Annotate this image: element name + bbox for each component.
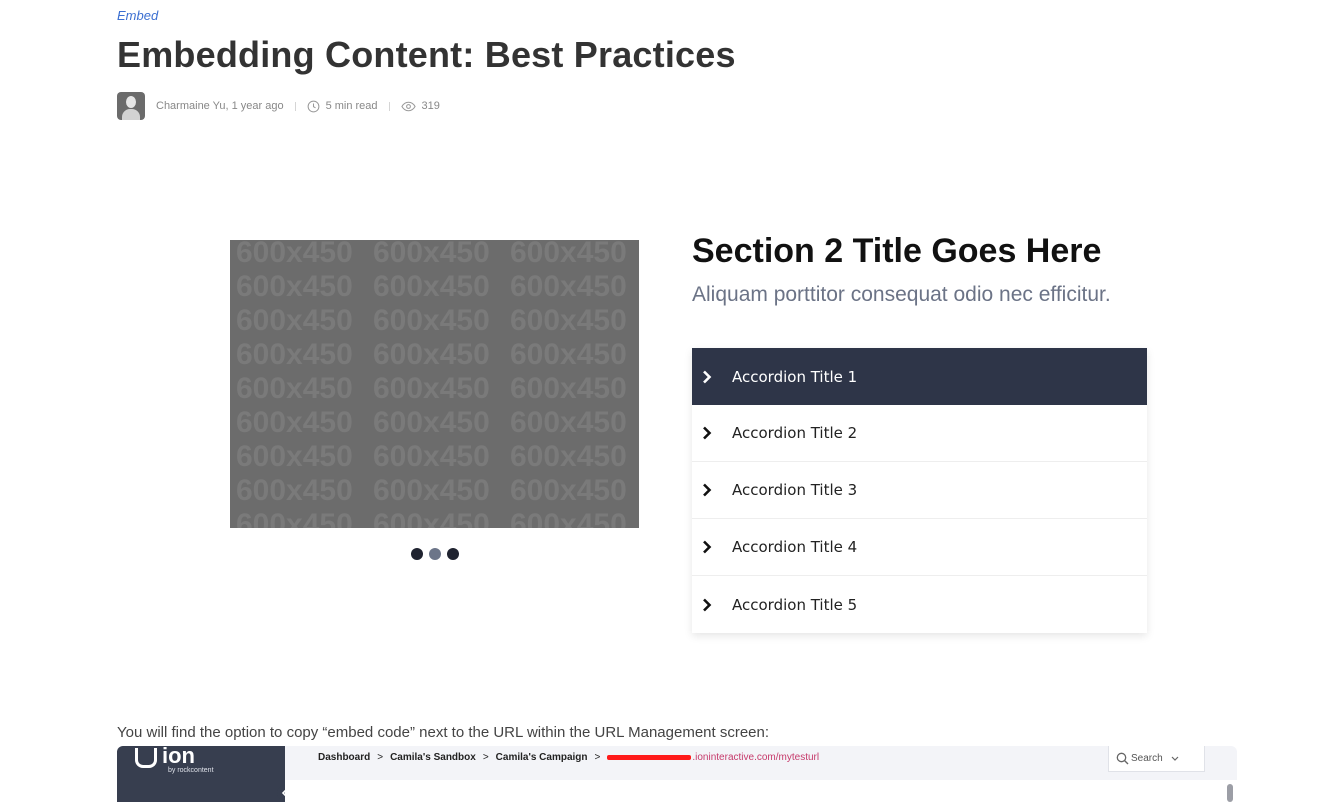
article-category[interactable]: Embed: [117, 8, 158, 23]
carousel-dots: [411, 548, 459, 560]
placeholder-text: 600x450: [373, 406, 490, 439]
accordion-title: Accordion Title 5: [732, 595, 858, 614]
carousel-dot-2[interactable]: [429, 548, 441, 560]
eye-icon: [400, 101, 416, 112]
placeholder-text: 600x450: [510, 440, 627, 473]
chevron-right-icon: [702, 483, 732, 497]
placeholder-text: 600x450: [373, 270, 490, 303]
breadcrumb-separator: >: [594, 752, 601, 763]
placeholder-text: 600x450: [236, 304, 353, 337]
breadcrumb-item[interactable]: Camila's Campaign: [496, 752, 588, 763]
campaign-url[interactable]: .ioninteractive.com/mytesturl: [607, 752, 819, 763]
body-paragraph: You will find the option to copy “embed …: [117, 724, 770, 741]
placeholder-text: 600x450: [236, 372, 353, 405]
accordion-item-3[interactable]: Accordion Title 3: [692, 462, 1147, 519]
accordion-item-5[interactable]: Accordion Title 5: [692, 576, 1147, 633]
read-time: 5 min read: [325, 100, 378, 112]
placeholder-text: 600x450: [236, 406, 353, 439]
accordion-item-2[interactable]: Accordion Title 2: [692, 405, 1147, 462]
accordion: Accordion Title 1 Accordion Title 2 Accord…: [692, 348, 1147, 633]
article-meta: Charmaine Yu, 1 year ago 5 min read 319: [117, 92, 440, 120]
accordion-title: Accordion Title 2: [732, 424, 858, 442]
breadcrumb-item[interactable]: Camila's Sandbox: [390, 752, 476, 763]
embedded-screenshot: ion by rockcontent Dashboard > Camila's Sa…: [117, 746, 1237, 802]
meta-divider: [294, 101, 296, 111]
logo-byline: by rockcontent: [168, 767, 214, 774]
scrollbar-thumb[interactable]: [1227, 784, 1233, 802]
accordion-title: Accordion Title 3: [732, 481, 858, 499]
breadcrumb-separator: >: [482, 752, 489, 763]
section-subtitle: Aliquam porttitor consequat odio nec eff…: [692, 283, 1111, 306]
placeholder-text: 600x450: [236, 440, 353, 473]
placeholder-text: 600x450: [373, 338, 490, 371]
placeholder-text: 600x450: [373, 440, 490, 473]
placeholder-text: 600x450: [236, 338, 353, 371]
accordion-item-1[interactable]: Accordion Title 1: [692, 348, 1147, 405]
carousel-dot-3[interactable]: [447, 548, 459, 560]
ion-logo-icon: [135, 748, 157, 768]
placeholder-text: 600x450: [510, 338, 627, 371]
accordion-title: Accordion Title 1: [732, 367, 858, 386]
placeholder-text: 600x450: [373, 304, 490, 337]
chevron-right-icon: [702, 598, 732, 612]
carousel-dot-1[interactable]: [411, 548, 423, 560]
meta-divider: [388, 101, 390, 111]
chevron-down-icon: [1171, 756, 1179, 761]
posted-time: 1 year ago: [231, 100, 284, 112]
placeholder-text: 600x450: [373, 372, 490, 405]
breadcrumb: Dashboard > Camila's Sandbox > Camila's Camp…: [318, 752, 819, 763]
placeholder-text: 600x450: [373, 474, 490, 507]
app-sidebar: ion by rockcontent: [117, 746, 285, 802]
redaction-mark: [607, 754, 692, 760]
app-content-area: [285, 780, 1237, 802]
placeholder-text: 600x450: [510, 372, 627, 405]
placeholder-text: 600x450: [510, 406, 627, 439]
placeholder-text: 600x450: [373, 508, 490, 528]
placeholder-text: 600x450: [510, 304, 627, 337]
breadcrumb-item[interactable]: Dashboard: [318, 752, 370, 763]
carousel-image: 600x450 600x450 600x450 600x450 600x450 600x4…: [230, 240, 639, 528]
placeholder-text: 600x450: [236, 508, 353, 528]
placeholder-text: 600x450: [236, 474, 353, 507]
placeholder-text: 600x450: [373, 240, 490, 269]
ion-logo: ion: [135, 746, 195, 768]
placeholder-pattern: 600x450 600x450 600x450 600x450 600x450 600x4…: [236, 240, 639, 528]
placeholder-text: 600x450: [510, 240, 627, 269]
search-dropdown[interactable]: Search: [1108, 746, 1205, 772]
section-title: Section 2 Title Goes Here: [692, 232, 1102, 270]
chevron-right-icon: [702, 370, 732, 384]
accordion-title: Accordion Title 4: [732, 538, 858, 556]
clock-icon: [307, 100, 320, 113]
chevron-right-icon: [702, 540, 732, 554]
placeholder-text: 600x450: [236, 270, 353, 303]
author-name[interactable]: Charmaine Yu,: [156, 100, 229, 112]
author-avatar[interactable]: [117, 92, 145, 120]
placeholder-text: 600x450: [510, 508, 627, 528]
chevron-right-icon: [702, 426, 732, 440]
placeholder-text: 600x450: [510, 270, 627, 303]
article-title: Embedding Content: Best Practices: [117, 34, 736, 75]
search-icon: [1116, 752, 1129, 765]
placeholder-text: 600x450: [510, 474, 627, 507]
accordion-item-4[interactable]: Accordion Title 4: [692, 519, 1147, 576]
placeholder-text: 600x450: [236, 240, 353, 269]
breadcrumb-separator: >: [377, 752, 384, 763]
search-label: Search: [1131, 753, 1163, 764]
view-count: 319: [421, 100, 440, 112]
